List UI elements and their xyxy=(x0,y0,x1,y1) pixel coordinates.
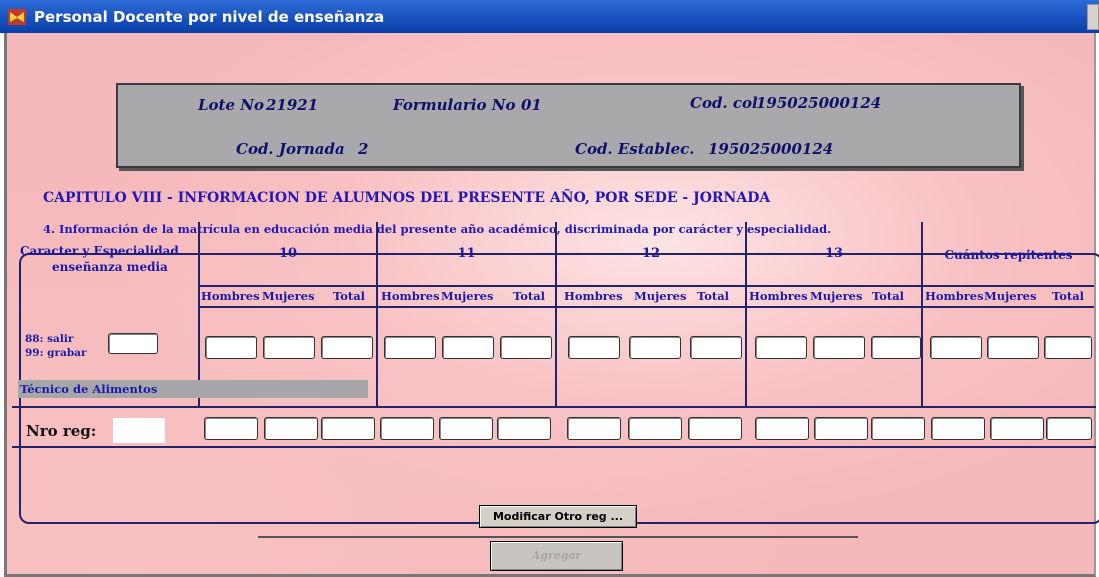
subhdr-rep-hombres: Hombres xyxy=(925,289,984,303)
cod-jornada-label: Cod. Jornada xyxy=(236,140,345,158)
reg-input-10[interactable] xyxy=(755,417,809,440)
reg-input-5[interactable] xyxy=(439,417,493,440)
subhdr-11-total: Total xyxy=(513,289,546,303)
modificar-button[interactable]: Modificar Otro reg ... xyxy=(479,505,637,528)
cod-jornada-value: 2 xyxy=(358,140,369,158)
header-divider xyxy=(200,285,1094,287)
input-11-total[interactable] xyxy=(500,336,552,359)
agregar-button[interactable]: Agregar xyxy=(490,541,623,571)
nro-reg-input[interactable] xyxy=(113,418,165,443)
hint-salir: 88: salir xyxy=(25,333,74,345)
reg-input-3[interactable] xyxy=(321,417,375,440)
input-13-mujeres[interactable] xyxy=(813,336,865,359)
group-header-13: 13 xyxy=(824,246,844,261)
reg-input-6[interactable] xyxy=(497,417,551,440)
input-13-hombres[interactable] xyxy=(755,336,807,359)
reg-input-15[interactable] xyxy=(1046,417,1092,440)
input-rep-hombres[interactable] xyxy=(930,336,982,359)
title-bar: Personal Docente por nivel de enseñanza xyxy=(0,0,1099,33)
subhdr-10-hombres: Hombres xyxy=(201,289,260,303)
app-icon xyxy=(8,8,26,25)
cod-col-value: 195025000124 xyxy=(756,94,882,112)
subheader-divider xyxy=(200,306,1094,308)
row-divider-top xyxy=(12,406,1096,408)
reg-input-1[interactable] xyxy=(204,417,258,440)
especialidad-label: Técnico de Alimentos xyxy=(18,380,368,398)
cod-col-label: Cod. col xyxy=(690,94,758,112)
input-12-hombres[interactable] xyxy=(568,336,620,359)
first-col-header-line2: enseñanza media xyxy=(52,260,168,274)
close-button[interactable] xyxy=(1087,4,1099,30)
subhdr-12-total: Total xyxy=(697,289,730,303)
input-12-total[interactable] xyxy=(690,336,742,359)
chapter-title: CAPITULO VIII - INFORMACION DE ALUMNOS D… xyxy=(43,190,771,206)
header-panel: Lote No 21921 Formulario No 01 Cod. col … xyxy=(116,83,1021,168)
input-rep-total[interactable] xyxy=(1044,336,1092,359)
input-10-hombres[interactable] xyxy=(205,336,257,359)
row-divider-bottom xyxy=(12,446,1096,448)
reg-input-7[interactable] xyxy=(567,417,621,440)
formulario-label: Formulario No xyxy=(393,96,516,114)
formulario-value: 01 xyxy=(521,96,542,114)
input-13-total[interactable] xyxy=(871,336,921,359)
reg-input-11[interactable] xyxy=(814,417,868,440)
reg-input-2[interactable] xyxy=(264,417,318,440)
input-11-mujeres[interactable] xyxy=(442,336,494,359)
group-header-repitentes: Cuántos repitentes xyxy=(944,248,1073,262)
group-header-12: 12 xyxy=(641,246,661,261)
group-header-11: 11 xyxy=(457,246,476,261)
subhdr-12-mujeres: Mujeres xyxy=(634,289,687,303)
group-header-10: 10 xyxy=(278,246,298,261)
lote-value: 21921 xyxy=(266,96,319,114)
command-input[interactable] xyxy=(108,333,158,354)
main-window: Lote No 21921 Formulario No 01 Cod. col … xyxy=(4,33,1099,577)
input-rep-mujeres[interactable] xyxy=(987,336,1039,359)
reg-input-12[interactable] xyxy=(871,417,925,440)
reg-input-14[interactable] xyxy=(990,417,1044,440)
input-10-mujeres[interactable] xyxy=(263,336,315,359)
window-title: Personal Docente por nivel de enseñanza xyxy=(34,7,385,26)
separator xyxy=(258,536,858,538)
first-col-header-line1: Caracter y Especialidad xyxy=(20,244,179,258)
subhdr-13-mujeres: Mujeres xyxy=(810,289,863,303)
subhdr-10-total: Total xyxy=(333,289,366,303)
input-12-mujeres[interactable] xyxy=(629,336,681,359)
nro-reg-label: Nro reg: xyxy=(26,422,97,440)
input-10-total[interactable] xyxy=(321,336,373,359)
reg-input-8[interactable] xyxy=(628,417,682,440)
subhdr-rep-mujeres: Mujeres xyxy=(984,289,1037,303)
reg-input-4[interactable] xyxy=(380,417,434,440)
subhdr-11-mujeres: Mujeres xyxy=(441,289,494,303)
cod-establec-label: Cod. Establec. xyxy=(575,140,695,158)
reg-input-13[interactable] xyxy=(931,417,985,440)
hint-grabar: 99: grabar xyxy=(25,347,87,359)
subhdr-13-hombres: Hombres xyxy=(749,289,808,303)
input-11-hombres[interactable] xyxy=(384,336,436,359)
reg-input-9[interactable] xyxy=(688,417,742,440)
subhdr-13-total: Total xyxy=(872,289,905,303)
cod-establec-value: 195025000124 xyxy=(708,140,834,158)
chapter-subtitle: 4. Información de la matrícula en educac… xyxy=(43,222,832,236)
subhdr-rep-total: Total xyxy=(1052,289,1085,303)
subhdr-11-hombres: Hombres xyxy=(381,289,440,303)
lote-label: Lote No xyxy=(198,96,264,114)
subhdr-12-hombres: Hombres xyxy=(564,289,623,303)
subhdr-10-mujeres: Mujeres xyxy=(262,289,315,303)
